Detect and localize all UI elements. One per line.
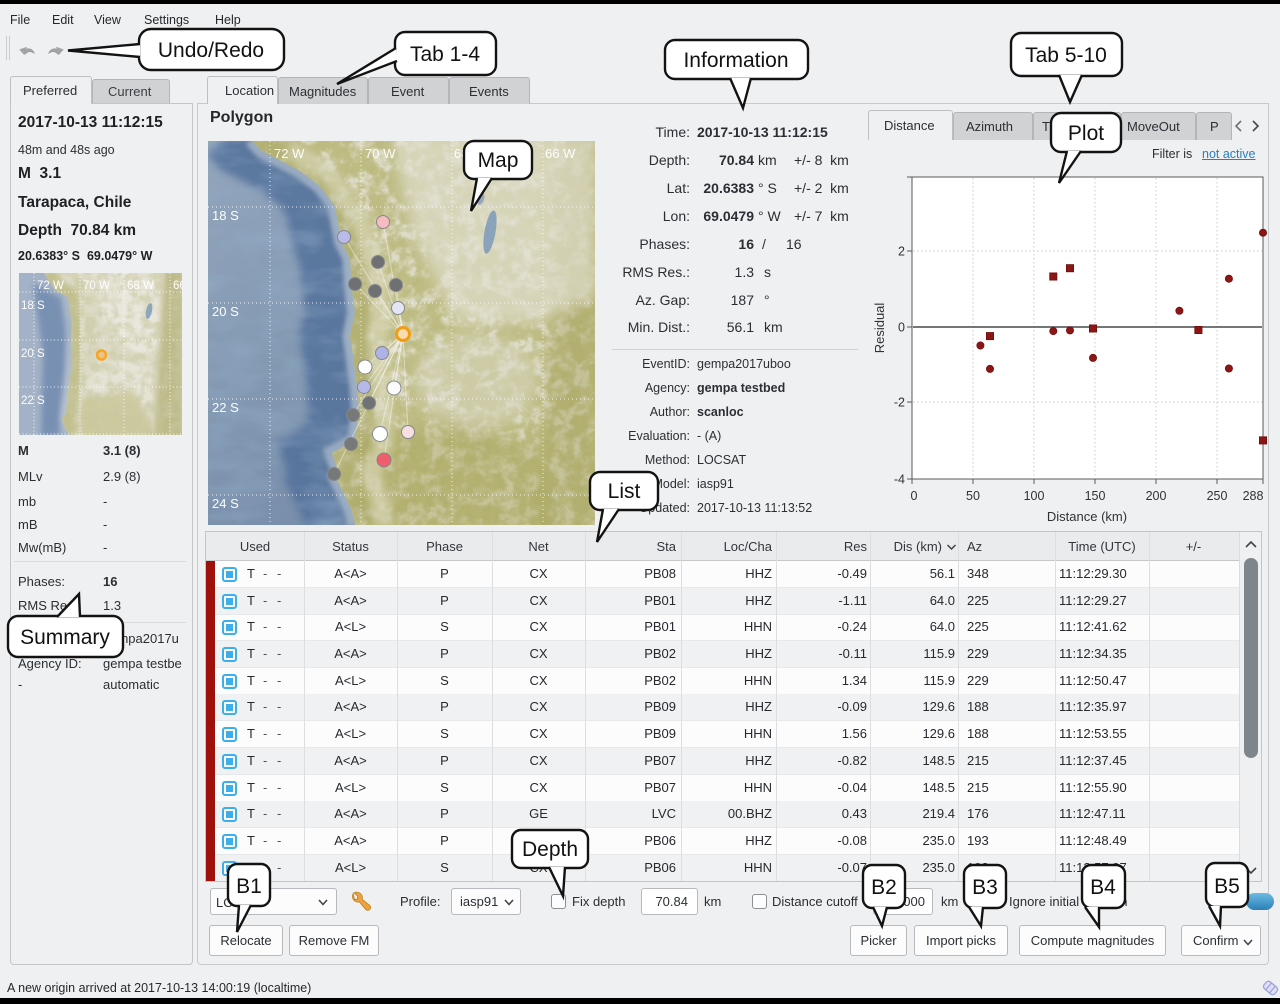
svg-text:Distance (km): Distance (km) [1047, 509, 1127, 524]
svg-text:Tab 5-10: Tab 5-10 [1025, 44, 1107, 67]
svg-text:2: 2 [898, 245, 905, 259]
svg-text:200: 200 [1146, 489, 1167, 503]
svg-text:72 W: 72 W [274, 146, 305, 161]
svg-text:50: 50 [966, 489, 980, 503]
svg-text:22 S: 22 S [21, 395, 45, 407]
svg-text:150: 150 [1085, 489, 1106, 503]
svg-text:20 S: 20 S [21, 348, 45, 360]
svg-text:0: 0 [898, 321, 905, 335]
svg-text:250: 250 [1207, 489, 1228, 503]
svg-text:68 W: 68 W [454, 146, 485, 161]
svg-text:22 S: 22 S [212, 400, 239, 415]
svg-text:68 W: 68 W [127, 280, 154, 292]
svg-text:24 S: 24 S [212, 496, 239, 511]
svg-text:66 W: 66 W [545, 146, 576, 161]
svg-text:18 S: 18 S [21, 300, 45, 312]
svg-text:Tab 1-4: Tab 1-4 [410, 43, 480, 66]
svg-text:72 W: 72 W [37, 280, 64, 292]
svg-text:-2: -2 [894, 396, 905, 410]
svg-text:Residual: Residual [872, 303, 887, 354]
svg-text:100: 100 [1024, 489, 1045, 503]
svg-text:70 W: 70 W [83, 280, 110, 292]
svg-text:20 S: 20 S [212, 304, 239, 319]
svg-text:Undo/Redo: Undo/Redo [158, 39, 264, 62]
svg-text:0: 0 [911, 489, 918, 503]
svg-text:18 S: 18 S [212, 208, 239, 223]
svg-text:-4: -4 [894, 473, 905, 487]
svg-text:288: 288 [1243, 489, 1264, 503]
svg-text:66: 66 [173, 280, 182, 292]
svg-text:70 W: 70 W [365, 146, 396, 161]
